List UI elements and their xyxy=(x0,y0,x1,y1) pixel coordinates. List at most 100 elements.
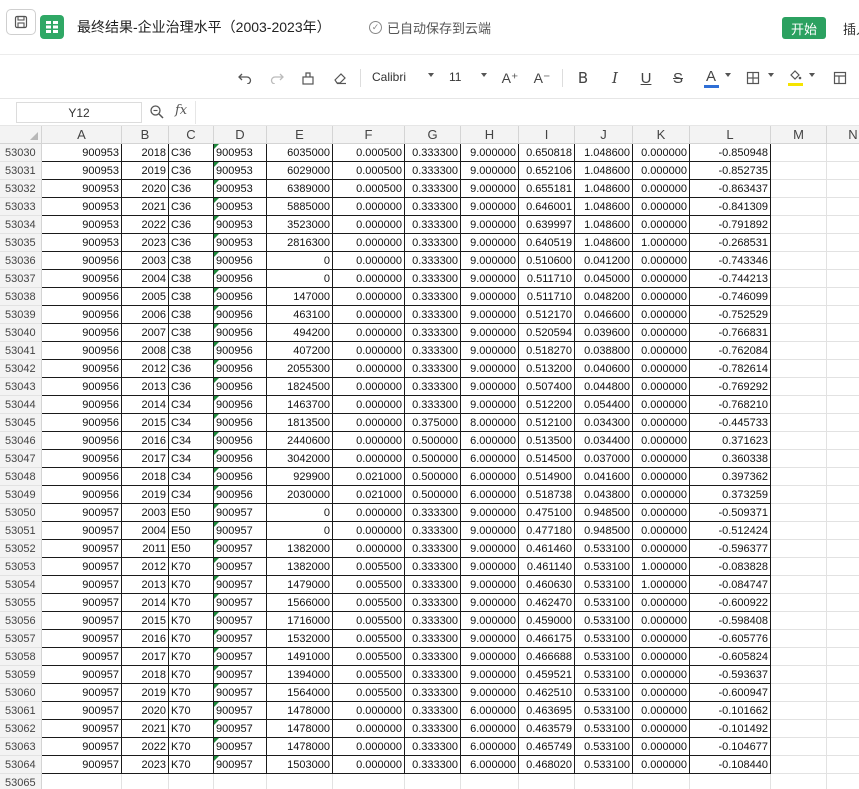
cell-e[interactable]: 1716000 xyxy=(267,612,333,630)
cell-b[interactable]: 2004 xyxy=(122,270,169,288)
cell-a[interactable]: 900953 xyxy=(42,162,122,180)
cell-n[interactable] xyxy=(827,252,859,270)
cell-i[interactable]: 0.512200 xyxy=(519,396,575,414)
cell-e[interactable]: 1478000 xyxy=(267,720,333,738)
cell-j[interactable]: 0.046600 xyxy=(575,306,633,324)
cell-i[interactable]: 0.465749 xyxy=(519,738,575,756)
row-header[interactable]: 53057 xyxy=(0,630,42,648)
cell-c[interactable]: C36 xyxy=(169,234,214,252)
cell-d[interactable]: 900953 xyxy=(214,162,267,180)
row-header[interactable]: 53058 xyxy=(0,648,42,666)
cell-f[interactable]: 0.000000 xyxy=(333,432,405,450)
cell-c[interactable]: K70 xyxy=(169,702,214,720)
cell-d[interactable]: 900956 xyxy=(214,468,267,486)
cell-c[interactable]: C38 xyxy=(169,342,214,360)
cell-b[interactable]: 2015 xyxy=(122,612,169,630)
cell-g[interactable]: 0.333300 xyxy=(405,540,461,558)
cell-i[interactable]: 0.518738 xyxy=(519,486,575,504)
cell-f[interactable]: 0.000500 xyxy=(333,144,405,162)
cell-m[interactable] xyxy=(771,324,827,342)
cell-e[interactable]: 1382000 xyxy=(267,558,333,576)
cell-b[interactable]: 2022 xyxy=(122,738,169,756)
cell-n[interactable] xyxy=(827,684,859,702)
cell-e[interactable]: 6389000 xyxy=(267,180,333,198)
redo-icon[interactable] xyxy=(268,67,286,89)
cell-a[interactable]: 900957 xyxy=(42,720,122,738)
cell-g[interactable]: 0.333300 xyxy=(405,396,461,414)
cell-i[interactable]: 0.639997 xyxy=(519,216,575,234)
cell-k[interactable]: 0.000000 xyxy=(633,504,690,522)
cell-m[interactable] xyxy=(771,522,827,540)
cell-a[interactable]: 900953 xyxy=(42,216,122,234)
cell-h[interactable]: 6.000000 xyxy=(461,432,519,450)
cell-h[interactable]: 9.000000 xyxy=(461,522,519,540)
cell-g[interactable] xyxy=(405,774,461,789)
cell-j[interactable]: 1.048600 xyxy=(575,162,633,180)
cell-c[interactable]: K70 xyxy=(169,666,214,684)
cell-k[interactable]: 1.000000 xyxy=(633,558,690,576)
cell-a[interactable]: 900956 xyxy=(42,432,122,450)
cell-n[interactable] xyxy=(827,360,859,378)
cell-f[interactable]: 0.000500 xyxy=(333,162,405,180)
cell-j[interactable]: 0.039600 xyxy=(575,324,633,342)
cell-g[interactable]: 0.500000 xyxy=(405,432,461,450)
cell-e[interactable]: 407200 xyxy=(267,342,333,360)
cell-g[interactable]: 0.333300 xyxy=(405,252,461,270)
cell-i[interactable]: 0.655181 xyxy=(519,180,575,198)
cell-g[interactable]: 0.333300 xyxy=(405,648,461,666)
cell-k[interactable]: 1.000000 xyxy=(633,234,690,252)
row-header[interactable]: 53060 xyxy=(0,684,42,702)
cell-l[interactable]: -0.863437 xyxy=(690,180,771,198)
cell-j[interactable]: 0.533100 xyxy=(575,720,633,738)
cell-b[interactable]: 2003 xyxy=(122,504,169,522)
cell-n[interactable] xyxy=(827,162,859,180)
cell-a[interactable]: 900956 xyxy=(42,342,122,360)
cell-h[interactable]: 9.000000 xyxy=(461,378,519,396)
cell-j[interactable]: 0.533100 xyxy=(575,576,633,594)
cell-l[interactable]: -0.600947 xyxy=(690,684,771,702)
cell-i[interactable]: 0.510600 xyxy=(519,252,575,270)
cell-d[interactable]: 900957 xyxy=(214,720,267,738)
cell-b[interactable]: 2003 xyxy=(122,252,169,270)
cell-j[interactable]: 1.048600 xyxy=(575,198,633,216)
cell-d[interactable]: 900957 xyxy=(214,702,267,720)
cell-h[interactable]: 9.000000 xyxy=(461,144,519,162)
cell-f[interactable]: 0.000000 xyxy=(333,378,405,396)
cell-k[interactable]: 0.000000 xyxy=(633,702,690,720)
cell-d[interactable]: 900956 xyxy=(214,414,267,432)
cell-b[interactable]: 2007 xyxy=(122,324,169,342)
cell-h[interactable]: 9.000000 xyxy=(461,396,519,414)
cell-d[interactable]: 900957 xyxy=(214,576,267,594)
cell-l[interactable]: -0.101492 xyxy=(690,720,771,738)
cell-m[interactable] xyxy=(771,234,827,252)
cell-a[interactable]: 900956 xyxy=(42,360,122,378)
cell-d[interactable]: 900957 xyxy=(214,630,267,648)
cell-c[interactable]: C38 xyxy=(169,270,214,288)
format-painter-icon[interactable] xyxy=(299,67,317,89)
cell-k[interactable]: 0.000000 xyxy=(633,288,690,306)
cell-i[interactable]: 0.646001 xyxy=(519,198,575,216)
cell-n[interactable] xyxy=(827,144,859,162)
cell-b[interactable]: 2016 xyxy=(122,630,169,648)
cell-m[interactable] xyxy=(771,342,827,360)
cell-i[interactable]: 0.466175 xyxy=(519,630,575,648)
cell-b[interactable]: 2013 xyxy=(122,378,169,396)
cell-n[interactable] xyxy=(827,396,859,414)
cell-b[interactable]: 2023 xyxy=(122,756,169,774)
cell-n[interactable] xyxy=(827,702,859,720)
cell-f[interactable]: 0.005500 xyxy=(333,558,405,576)
row-header[interactable]: 53043 xyxy=(0,378,42,396)
chevron-down-icon[interactable] xyxy=(725,73,731,77)
cell-a[interactable]: 900957 xyxy=(42,558,122,576)
cell-a[interactable]: 900956 xyxy=(42,252,122,270)
cell-i[interactable]: 0.513500 xyxy=(519,432,575,450)
cell-f[interactable]: 0.005500 xyxy=(333,648,405,666)
cell-m[interactable] xyxy=(771,630,827,648)
cell-n[interactable] xyxy=(827,738,859,756)
cell-g[interactable]: 0.375000 xyxy=(405,414,461,432)
cell-c[interactable]: C36 xyxy=(169,216,214,234)
column-header-m[interactable]: M xyxy=(771,126,827,144)
row-header[interactable]: 53048 xyxy=(0,468,42,486)
cell-m[interactable] xyxy=(771,414,827,432)
cell-i[interactable]: 0.468020 xyxy=(519,756,575,774)
